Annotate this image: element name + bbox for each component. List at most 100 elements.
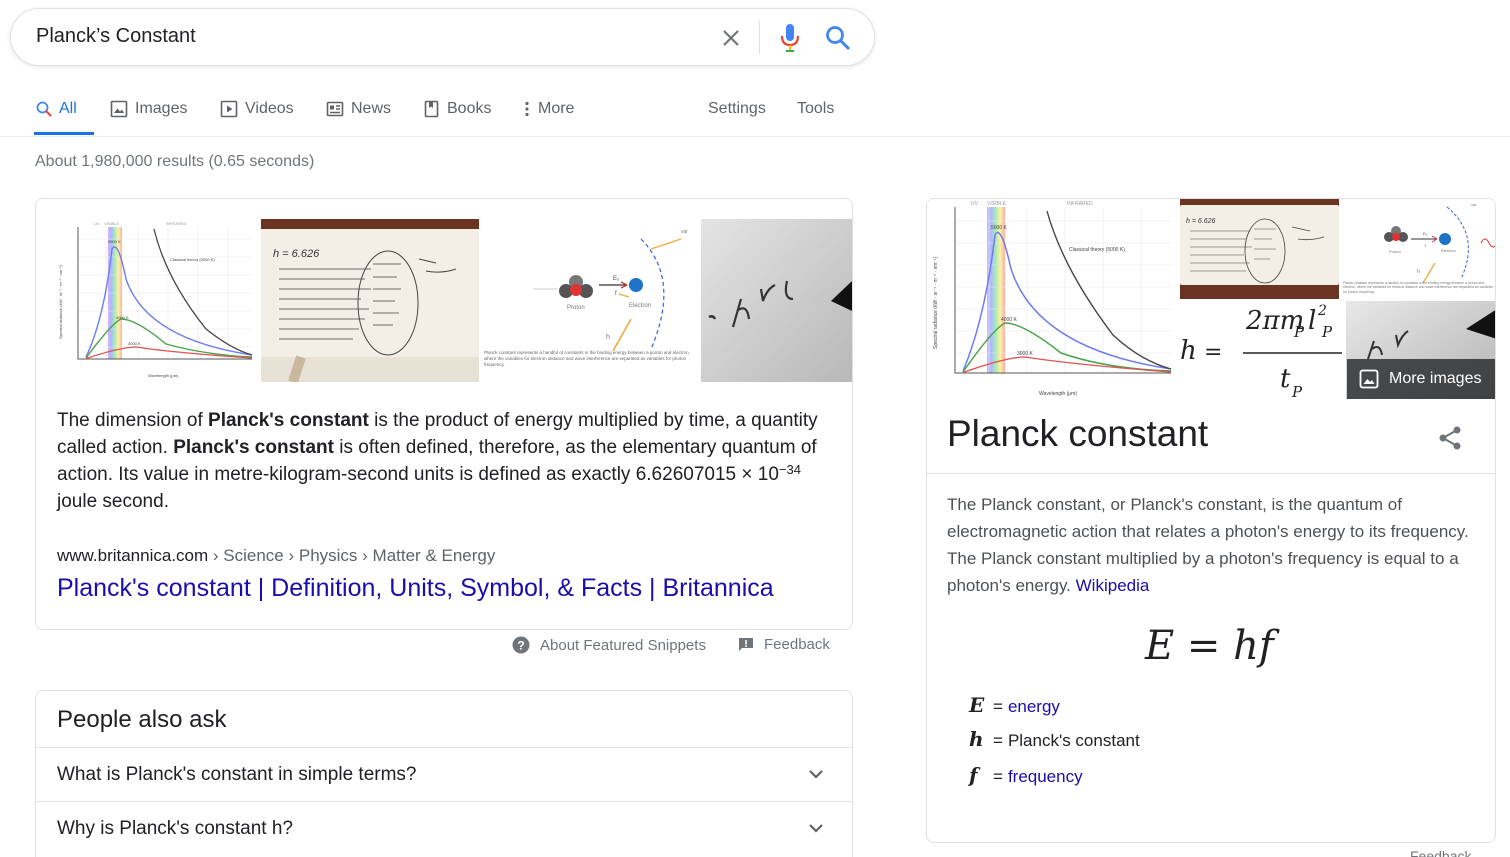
knowledge-panel: UV VISIBLE INFRARED Classical theory (50… [926, 198, 1496, 843]
chart-label-visible: VISIBLE [104, 221, 119, 226]
kp-feedback-link[interactable]: Feedback [1410, 848, 1471, 857]
chart-label-classical: Classical theory (5000 K) [1069, 247, 1125, 253]
chart-label-visible: VISIBLE [987, 201, 1007, 207]
diagram-label-e2: E₂ [613, 276, 620, 282]
chart-label-4000k: 4000 K [1001, 317, 1018, 323]
image-icon [1359, 369, 1379, 389]
diagram-label-proton: Proton [1389, 249, 1401, 254]
formula-equals: = [1204, 340, 1222, 365]
proton-electron-diagram-thumbnail[interactable]: Proton Electron var h E₂ f Planck consta… [481, 219, 699, 382]
chart-label-infrared: INFRARED [1067, 201, 1093, 207]
kp-image-planck-formula[interactable]: h = 2πm P l 2 P t P [1180, 301, 1344, 399]
svg-text:?: ? [517, 639, 524, 653]
kp-variable-row: E = energy [969, 693, 1060, 717]
paa-question[interactable]: Why is Planck's constant h? [36, 801, 852, 855]
kp-title: Planck constant [947, 413, 1209, 454]
chart-label-5000k: 5000 K [108, 239, 121, 244]
search-input[interactable]: Planck’s Constant [36, 25, 196, 48]
chart-label-uv: UV [971, 201, 979, 207]
diagram-caption: Planck constant represents a handful of … [1343, 281, 1494, 294]
diagram-caption: Planck constant represents a handful of … [484, 350, 690, 367]
diagram-label-var: var [681, 229, 688, 235]
handwriting-photo-thumbnail[interactable] [701, 219, 852, 382]
tab-label: More [538, 100, 575, 117]
tab-videos[interactable]: Videos [220, 98, 294, 120]
chart-xlabel: Wavelength (μm) [1039, 391, 1077, 397]
share-icon[interactable] [1437, 425, 1463, 451]
active-tab-indicator [34, 132, 94, 135]
close-icon[interactable] [716, 23, 746, 53]
chart-ylabel: Spectral radiance (kW · sr⁻¹ · m⁻² · nm⁻… [933, 256, 939, 349]
kp-image-proton-diagram[interactable]: Proton Electron var h E₂ f Planck consta… [1341, 199, 1495, 299]
tab-label: All [59, 100, 77, 117]
tab-label: Images [135, 100, 188, 117]
paa-heading: People also ask [57, 706, 227, 733]
formula-l: l [1308, 306, 1316, 336]
formula-sub-p2: P [1321, 323, 1333, 341]
formula-sub-p1: P [1293, 323, 1305, 341]
kebab-icon [525, 101, 529, 117]
paa-question[interactable]: What is Planck's constant in simple term… [36, 747, 852, 801]
feedback-link[interactable]: Feedback [738, 636, 830, 653]
kp-image-handwritten-notes[interactable]: h = 6.626 [1180, 199, 1339, 299]
variable-link-frequency[interactable]: frequency [1008, 767, 1083, 787]
chart-label-3000k: 3000 K [1017, 351, 1034, 357]
feedback-icon [739, 637, 753, 651]
search-icon [36, 101, 52, 117]
more-images-button[interactable]: More images [1347, 359, 1495, 399]
notes-handwriting: h = 6.626 [1186, 218, 1215, 225]
kp-variable-row: h = Planck's constant [969, 727, 1140, 751]
diagram-label-electron: Electron [629, 303, 651, 309]
tab-label: News [351, 100, 392, 117]
settings-link[interactable]: Settings [708, 98, 766, 120]
kp-variable-row: f = frequency [969, 763, 1083, 787]
book-icon [424, 100, 439, 118]
kp-formula: E = hf [1145, 623, 1274, 669]
variable-symbol: f [969, 763, 978, 787]
formula-denominator: t [1280, 364, 1291, 394]
diagram-label-var: var [1471, 202, 1477, 207]
chart-label-4000k: 4000 K [116, 315, 129, 320]
chart-label-5000k: 5000 K [991, 225, 1008, 231]
tools-link[interactable]: Tools [797, 98, 834, 120]
tab-books[interactable]: Books [424, 98, 491, 120]
result-citation: www.britannica.com › Science › Physics ›… [57, 546, 495, 566]
variable-equals: = [993, 767, 1003, 786]
chevron-down-icon [809, 770, 823, 779]
variable-equals: = [993, 697, 1003, 716]
blackbody-chart-thumbnail[interactable]: UV VISIBLE INFRARED Classical theory (50… [56, 219, 258, 382]
people-also-ask: People also ask What is Planck's constan… [35, 690, 853, 857]
kp-image-blackbody-chart[interactable]: UV VISIBLE INFRARED Classical theory (50… [927, 199, 1177, 399]
cite-domain: www.britannica.com [57, 546, 209, 565]
diagram-label-e2: E₂ [1423, 231, 1428, 236]
diagram-label-electron: Electron [1441, 248, 1456, 253]
diagram-label-h: h [1417, 269, 1420, 275]
tab-all[interactable]: All [36, 98, 77, 120]
mic-icon[interactable] [777, 22, 803, 54]
search-bar[interactable]: Planck’s Constant [10, 8, 875, 66]
tab-more[interactable]: More [524, 98, 574, 120]
variable-equals: = [993, 731, 1003, 750]
about-featured-snippets[interactable]: ? About Featured Snippets [512, 636, 706, 654]
tab-label: Videos [245, 100, 294, 117]
search-tabs: All Images Videos News Books More Settin… [0, 86, 1510, 137]
wikipedia-link[interactable]: Wikipedia [1076, 576, 1150, 595]
snippet-description: The dimension of Planck's constant is th… [57, 410, 818, 512]
variable-label: Planck's constant [1007, 731, 1140, 750]
chart-label-infrared: INFRARED [166, 221, 187, 226]
result-title-link[interactable]: Planck's constant | Definition, Units, S… [57, 574, 774, 603]
tab-news[interactable]: News [326, 98, 391, 120]
snippet-image-strip[interactable]: UV VISIBLE INFRARED Classical theory (50… [56, 219, 852, 382]
paa-question-text: Why is Planck's constant h? [57, 818, 293, 839]
tab-label: Books [447, 100, 492, 117]
result-stats: About 1,980,000 results (0.65 seconds) [35, 153, 315, 170]
formula-sup: 2 [1317, 303, 1327, 319]
notes-handwriting: h = 6.626 [273, 248, 320, 260]
variable-link-energy[interactable]: energy [1008, 697, 1060, 717]
search-icon[interactable] [823, 22, 853, 54]
handwritten-notes-thumbnail[interactable]: h = 6.626 [261, 219, 479, 382]
help-icon: ? [512, 636, 530, 654]
chart-label-classical: Classical theory (5000 K) [170, 257, 215, 262]
tab-images[interactable]: Images [110, 98, 187, 120]
chevron-down-icon [809, 824, 823, 833]
